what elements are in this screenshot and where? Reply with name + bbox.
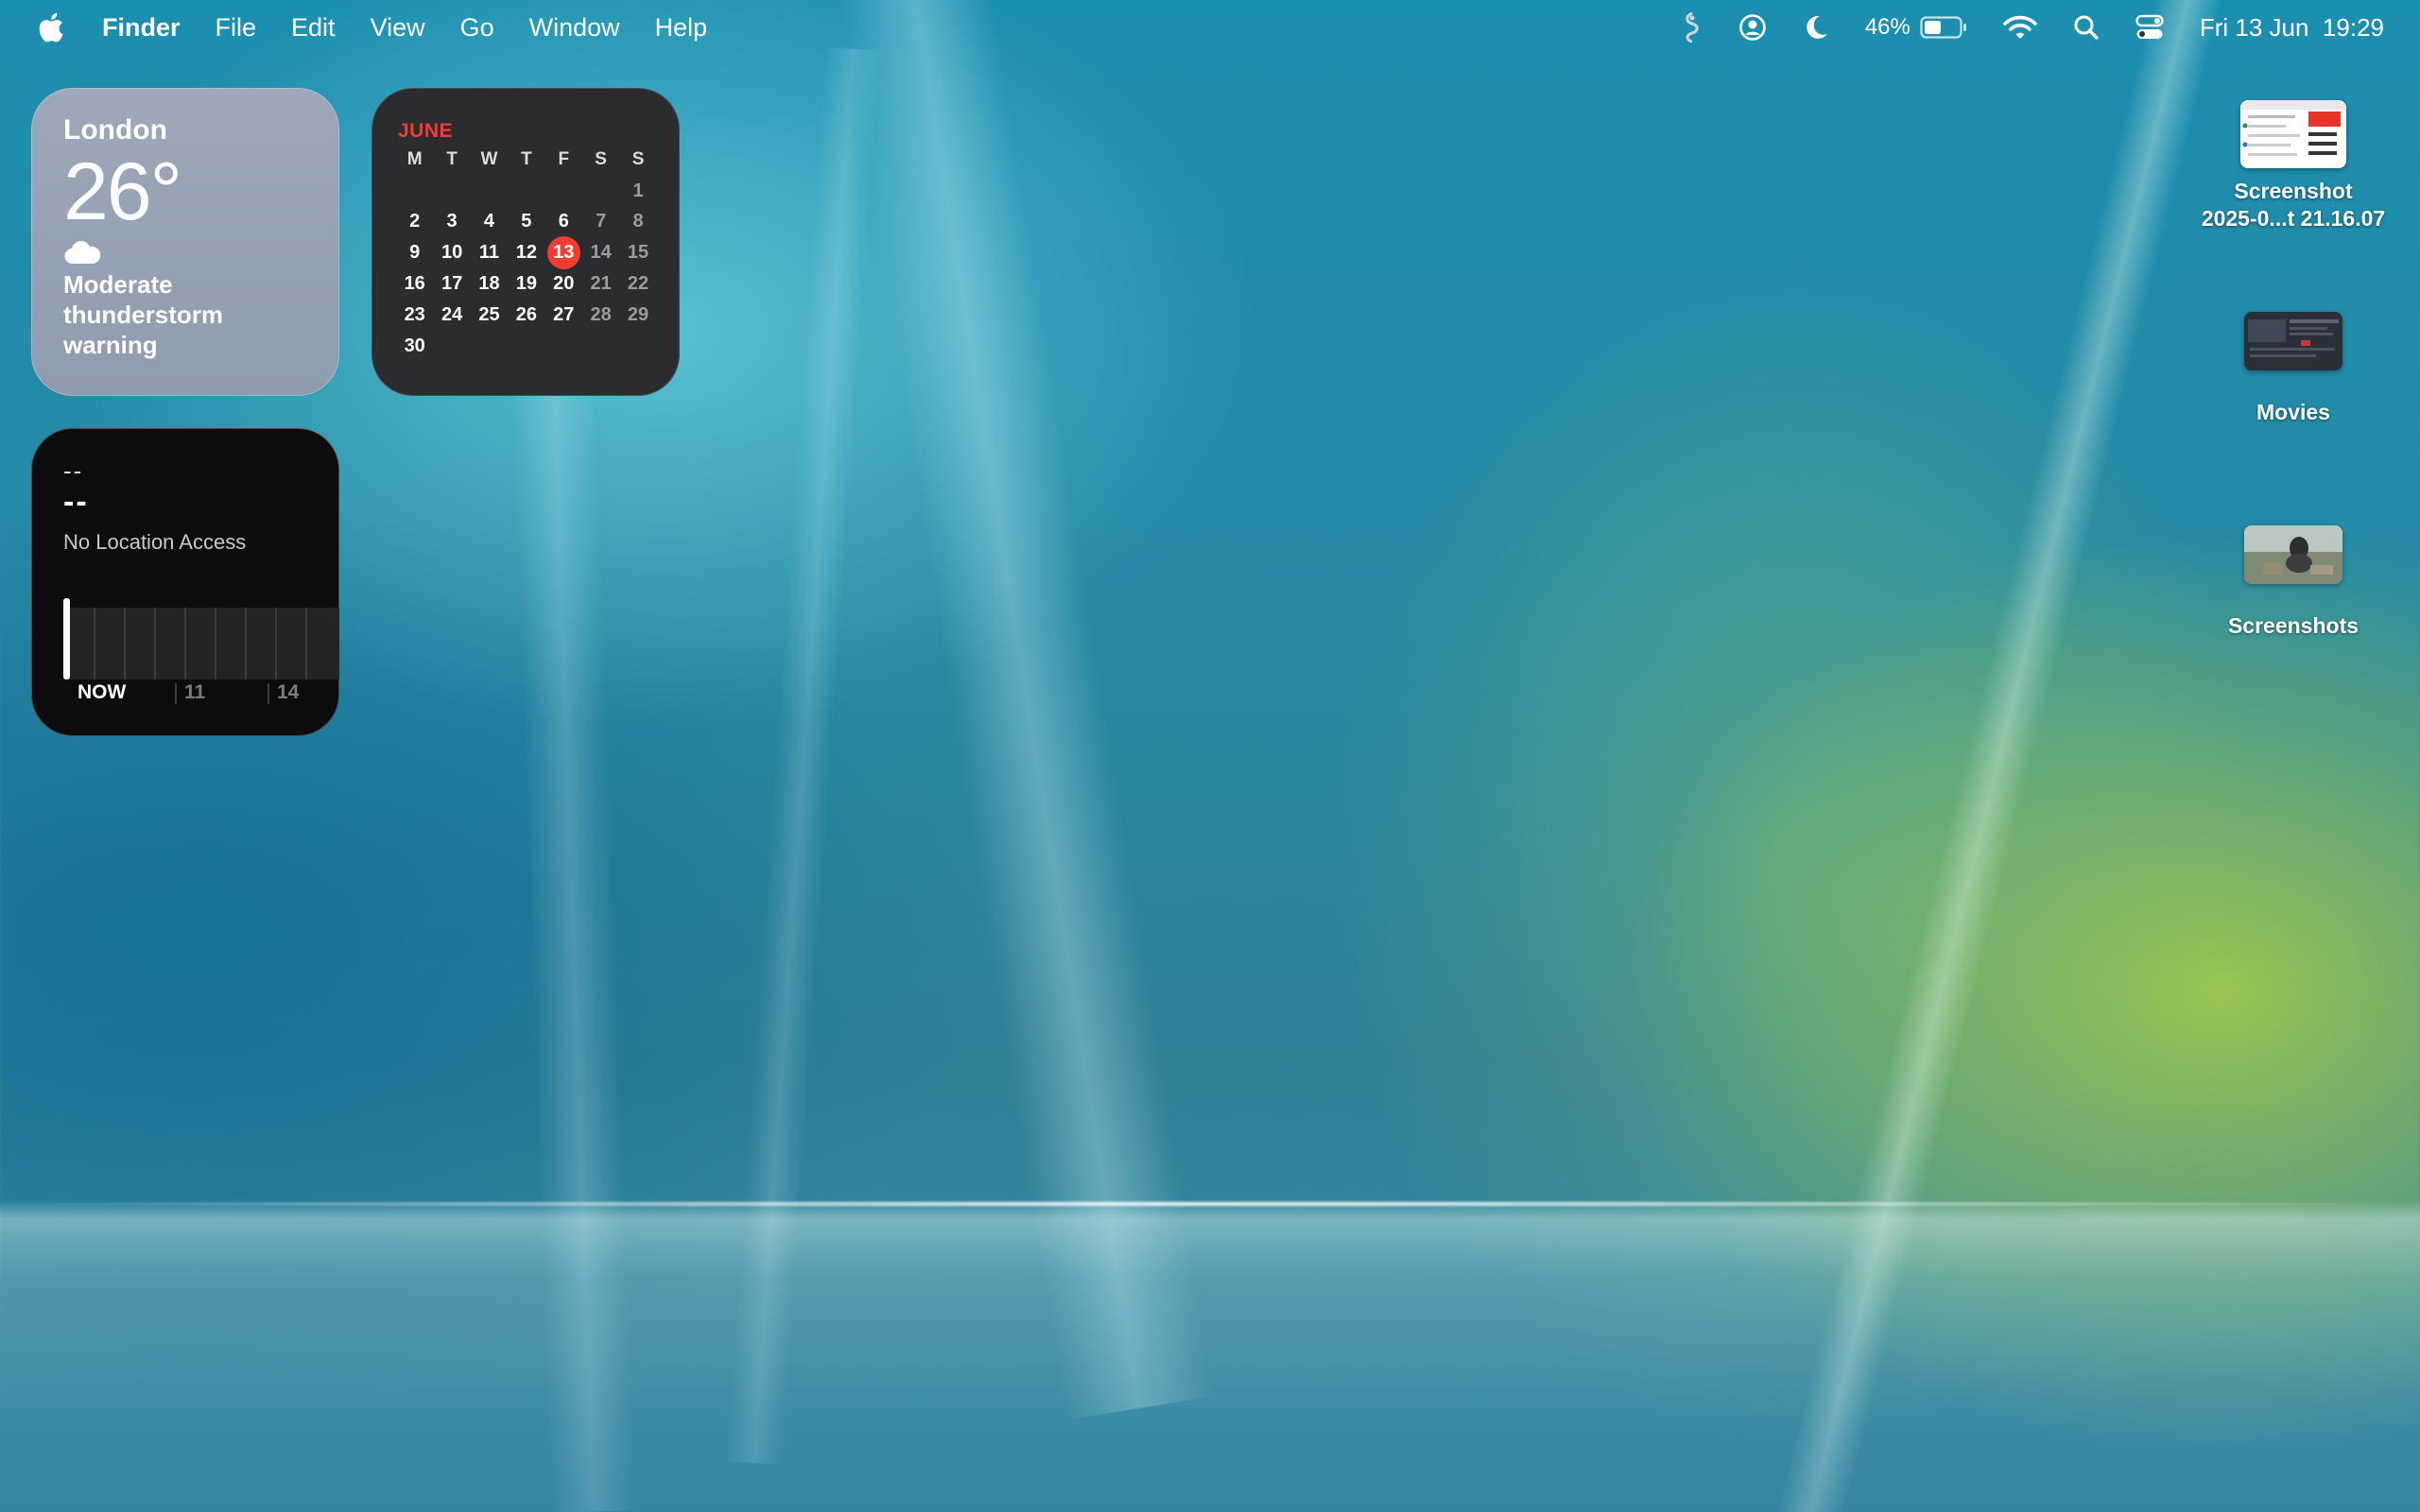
calendar-day: 11 [478,242,500,264]
script-app-icon[interactable] [1682,10,1703,44]
menu-app-finder[interactable]: Finder [102,13,181,43]
weather-condition: Moderate thunderstorm warning [63,270,223,359]
folder-thumbnail-icon [2244,312,2342,370]
calendar-day: 28 [590,303,612,325]
calendar-day: 16 [404,273,425,295]
calendar-day: 23 [404,303,425,325]
calendar-weekday-header: F [558,149,570,170]
calendar-empty-cell [582,176,619,207]
wallpaper-floor [0,1200,2420,1512]
sun-time-placeholder: -- [63,456,84,485]
calendar-weekday-header: T [521,149,532,170]
calendar-day: 6 [558,211,569,232]
wifi-icon[interactable] [2003,14,2037,41]
desktop-item-label: Screenshot [2234,179,2353,203]
calendar-today: 13 [545,236,582,270]
calendar-day: 29 [627,303,649,325]
calendar-day: 22 [627,273,649,295]
calendar-empty-cell [396,176,433,207]
calendar-day: 19 [515,273,537,295]
calendar-weekday-header: S [631,149,645,170]
menu-window[interactable]: Window [529,13,620,43]
calendar-day: 7 [596,211,607,232]
calendar-day: 2 [409,211,421,232]
calendar-empty-cell [433,176,470,207]
cloud-icon [63,239,307,267]
calendar-day: 10 [441,242,463,264]
weather-widget[interactable]: London 26° Moderate thunderstorm warning [31,88,339,396]
menu-bar-clock[interactable]: Fri 13 Jun 19:29 [2200,13,2384,43]
no-location-message: No Location Access [63,530,247,554]
calendar-day: 3 [446,211,458,232]
calendar-grid: M T W T F S S 1 2 3 4 5 6 7 8 9 10 11 12 13 14 15 16 17 18 19 20 21… [396,145,655,362]
calendar-month: JUNE [398,120,454,142]
calendar-weekday-header: M [406,149,423,170]
desktop-item-movies[interactable]: Movies [2180,312,2407,426]
calendar-empty-cell [471,176,508,207]
menu-go[interactable]: Go [460,13,494,43]
menu-view[interactable]: View [371,13,425,43]
calendar-weekday-header: S [595,149,607,170]
desktop-item-label: Movies [2256,400,2330,424]
folder-thumbnail-icon [2244,525,2342,584]
calendar-day: 27 [553,303,575,325]
spotlight-search-icon[interactable] [2073,14,2100,41]
calendar-day: 30 [404,335,425,356]
weather-temperature: 26° [63,146,182,237]
calendar-day: 18 [478,273,500,295]
calendar-empty-cell [545,176,582,207]
calendar-day: 17 [441,273,463,295]
calendar-day: 8 [632,211,644,232]
desktop-item-screenshot[interactable]: Screenshot 2025-0...t 21.16.07 [2180,100,2407,232]
screenshot-thumbnail-icon [2240,100,2346,168]
user-account-icon[interactable] [1738,13,1767,42]
calendar-day: 26 [515,303,537,325]
desktop-item-label-line2: 2025-0...t 21.16.07 [2201,206,2386,231]
calendar-day: 1 [632,180,644,201]
wallpaper-horizon [0,1200,2420,1208]
sun-value-placeholder: -- [63,484,89,520]
focus-moon-icon[interactable] [1803,13,1829,42]
calendar-weekday-header: W [480,149,498,170]
menu-file[interactable]: File [216,13,257,43]
calendar-widget[interactable]: JUNE M T W T F S S 1 2 3 4 5 6 7 8 9 10 11 12 13 14 15 16 17 18 1… [372,88,680,396]
calendar-day: 9 [409,242,421,264]
desktop-item-label: Screenshots [2227,613,2360,638]
control-center-icon[interactable] [2135,14,2164,41]
menu-bar: Finder File Edit View Go Window Help 46% [0,0,2420,55]
calendar-weekday-header: T [446,149,458,170]
calendar-day: 20 [553,273,575,295]
calendar-day: 25 [478,303,500,325]
desktop-item-screenshots[interactable]: Screenshots [2180,525,2407,640]
calendar-day: 14 [590,242,612,264]
calendar-day: 15 [627,242,649,264]
battery-icon[interactable] [1920,16,1967,39]
menu-help[interactable]: Help [655,13,708,43]
calendar-day: 5 [521,211,532,232]
battery-percentage[interactable]: 46% [1865,14,1910,41]
calendar-empty-cell [508,176,544,207]
menu-edit[interactable]: Edit [291,13,336,43]
calendar-day: 21 [590,273,612,295]
sun-position-widget[interactable]: -- -- No Location Access [31,428,339,736]
apple-logo-icon[interactable] [36,11,64,43]
calendar-day: 4 [483,211,495,232]
weather-city: London [63,114,167,146]
calendar-day: 12 [515,242,537,264]
calendar-day: 24 [441,303,463,325]
